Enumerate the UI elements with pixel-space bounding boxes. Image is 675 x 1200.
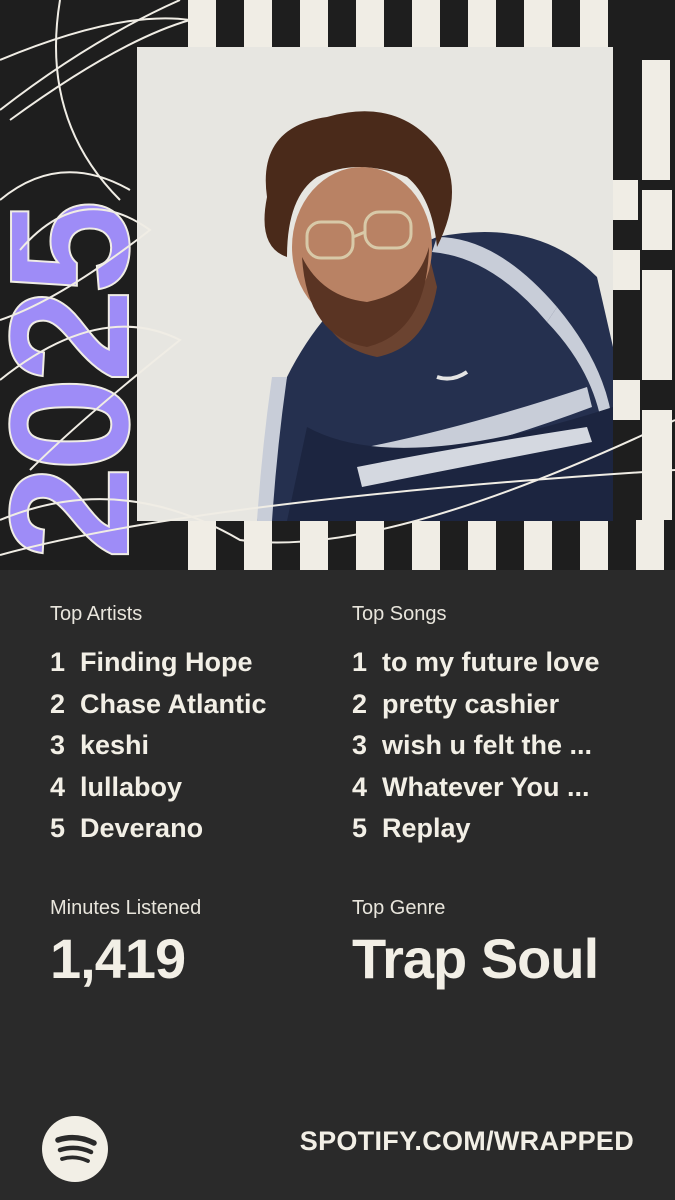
artist-name: lullaboy [80, 771, 183, 802]
list-item: 4 lullaboy [50, 767, 340, 809]
rank-number: 4 [50, 771, 66, 802]
top-songs-label: Top Songs [352, 603, 447, 625]
spotify-logo-icon[interactable] [42, 1116, 108, 1182]
artist-name: Finding Hope [80, 647, 253, 678]
rank-number: 4 [352, 771, 368, 802]
artist-name: Chase Atlantic [80, 688, 267, 719]
list-item: 5 Deverano [50, 808, 340, 850]
header-artwork: 2025 [0, 0, 675, 570]
top-songs-list: 1 to my future love 2 pretty cashier 3 wish… [352, 642, 642, 850]
top-genre-value: Trap Soul [352, 927, 599, 990]
rank-number: 1 [50, 647, 66, 678]
list-item: 3 keshi [50, 725, 340, 767]
minutes-listened-label: Minutes Listened [50, 897, 202, 919]
spotify-logo-graphic [55, 1134, 97, 1163]
top-genre-label: Top Genre [352, 897, 446, 919]
top-songs-section: Top Songs 1 to my future love 2 pretty cas… [352, 600, 642, 850]
song-name: to my future love [382, 647, 600, 678]
rank-number: 5 [352, 813, 368, 844]
list-item: 1 Finding Hope [50, 642, 340, 684]
rank-number: 2 [352, 688, 368, 719]
top-artists-section: Top Artists 1 Finding Hope 2 Chase Atlanti… [50, 600, 340, 850]
list-item: 1 to my future love [352, 642, 642, 684]
list-item: 2 pretty cashier [352, 684, 642, 726]
minutes-listened-value: 1,419 [50, 927, 186, 990]
minutes-listened-section: Minutes Listened 1,419 [50, 894, 201, 992]
artist-name: keshi [80, 730, 150, 761]
rank-number: 3 [50, 730, 66, 761]
song-name: Replay [382, 813, 471, 844]
song-name: pretty cashier [382, 688, 560, 719]
list-item: 2 Chase Atlantic [50, 684, 340, 726]
year-graphic: 2025 [0, 0, 675, 561]
list-item: 4 Whatever You ... [352, 767, 642, 809]
wrapped-url-link[interactable]: SPOTIFY.COM/WRAPPED [300, 1126, 634, 1157]
rank-number: 2 [50, 688, 66, 719]
top-genre-section: Top Genre Trap Soul [352, 894, 599, 992]
year-text: 2025 [0, 204, 165, 560]
artist-name: Deverano [80, 813, 204, 844]
top-artists-list: 1 Finding Hope 2 Chase Atlantic 3 keshi 4 lu… [50, 642, 340, 850]
rank-number: 5 [50, 813, 66, 844]
wrapped-card: 2025 Top Artists 1 Finding Hope 2 Chase At… [0, 0, 675, 1200]
list-item: 5 Replay [352, 808, 642, 850]
top-artists-label: Top Artists [50, 603, 143, 625]
song-name: Whatever You ... [382, 771, 590, 802]
song-name: wish u felt the ... [382, 730, 593, 761]
list-item: 3 wish u felt the ... [352, 725, 642, 767]
rank-number: 1 [352, 647, 368, 678]
rank-number: 3 [352, 730, 368, 761]
